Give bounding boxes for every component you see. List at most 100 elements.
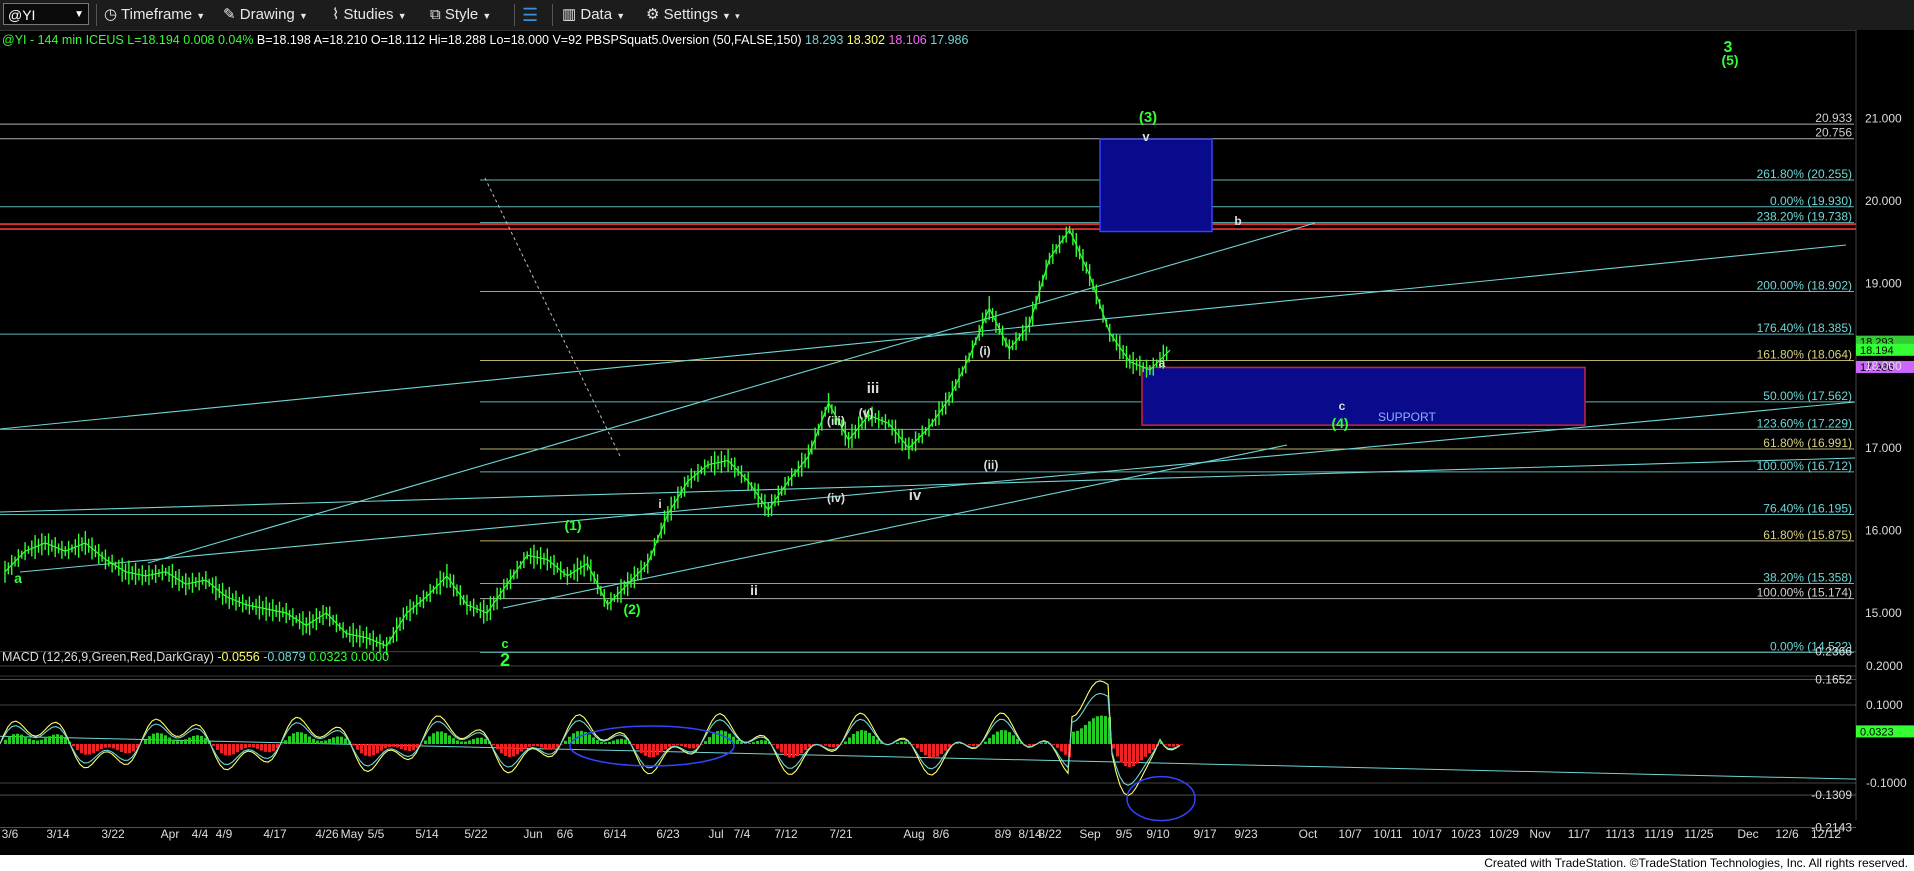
- macd-histogram-bar: [876, 739, 879, 744]
- macd-histogram-bar: [660, 744, 663, 753]
- wave-label: 2: [500, 650, 510, 670]
- macd-histogram-bar: [820, 744, 823, 745]
- x-axis-label: 12/6: [1775, 827, 1799, 841]
- fib-level-label: 161.80% (18.064): [1757, 348, 1852, 362]
- macd-histogram-bar: [1000, 730, 1003, 744]
- macd-histogram-bar: [116, 744, 119, 751]
- wave-label: (2): [623, 601, 640, 617]
- macd-histogram-bar: [16, 733, 19, 744]
- macd-histogram-bar: [712, 733, 715, 744]
- macd-histogram-bar: [120, 744, 123, 752]
- macd-histogram-bar: [604, 742, 607, 744]
- macd-histogram-bar: [668, 744, 671, 747]
- macd-histogram-bar: [8, 736, 11, 744]
- fib-level-label: 100.00% (16.712): [1757, 459, 1852, 473]
- macd-histogram-bar: [176, 740, 179, 744]
- macd-histogram-bar: [304, 734, 307, 744]
- support-box: [1141, 366, 1586, 426]
- macd-histogram-bar: [72, 744, 75, 747]
- macd-histogram-bar: [608, 741, 611, 744]
- toolbar: @YI ▼ ◷ Timeframe ▼ ✎ Drawing ▼ ⌇ Studie…: [0, 0, 1914, 31]
- x-axis-label: 9/10: [1146, 827, 1170, 841]
- macd-histogram-bar: [404, 744, 407, 751]
- macd-histogram-bar: [472, 738, 475, 744]
- macd-histogram-bar: [828, 744, 831, 747]
- fib-level-label: 0.00% (19.930): [1770, 194, 1852, 208]
- macd-histogram-bar: [324, 740, 327, 744]
- wave-label: (v): [859, 406, 874, 420]
- macd-histogram-bar: [4, 739, 7, 744]
- drawing-button[interactable]: ✎ Drawing ▼: [223, 4, 308, 26]
- macd-histogram-bar: [748, 743, 751, 744]
- macd-histogram-bar: [392, 744, 395, 747]
- macd-histogram-bar: [760, 740, 763, 744]
- wave-label: (1): [564, 517, 581, 533]
- studies-icon: ⌇: [332, 6, 340, 23]
- timeframe-button[interactable]: ◷ Timeframe ▼: [104, 4, 205, 26]
- price-tick-label: 20.000: [1865, 194, 1902, 208]
- macd-histogram-bar: [620, 738, 623, 744]
- chart-area[interactable]: @YI - 144 min ICEUS L=18.194 0.008 0.04%…: [0, 30, 1914, 855]
- x-axis-label: Apr: [161, 827, 180, 841]
- x-axis-label: 5/5: [368, 827, 385, 841]
- macd-histogram-bar: [848, 737, 851, 744]
- macd-histogram-bar: [192, 735, 195, 744]
- x-axis-label: 4/4: [192, 827, 209, 841]
- layout-icon[interactable]: ☰: [522, 4, 538, 26]
- macd-histogram-bar: [1152, 744, 1155, 750]
- macd-histogram-bar: [336, 736, 339, 744]
- fib-level-label: 176.40% (18.385): [1757, 321, 1852, 335]
- macd-histogram-bar: [528, 744, 531, 747]
- macd-histogram-bar: [596, 740, 599, 744]
- macd-histogram-bar: [256, 744, 259, 749]
- macd-histogram-bar: [640, 744, 643, 753]
- macd-tick-label: 0.2000: [1866, 659, 1903, 673]
- macd-histogram-bar: [452, 738, 455, 744]
- macd-histogram-bar: [328, 739, 331, 744]
- macd-histogram-bar: [240, 744, 243, 750]
- macd-histogram-bar: [928, 744, 931, 758]
- macd-histogram-bar: [772, 744, 775, 745]
- macd-histogram-bar: [1052, 744, 1055, 745]
- gear-icon: ⚙: [646, 6, 660, 23]
- symbol-selector[interactable]: @YI ▼: [3, 3, 89, 25]
- macd-histogram-bar: [188, 737, 191, 744]
- macd-histogram-bar: [852, 733, 855, 744]
- trend-line: [19, 401, 1856, 573]
- data-button[interactable]: ▥ Data ▼: [562, 4, 625, 26]
- macd-histogram-bar: [692, 744, 695, 749]
- chevron-down-icon: ▼: [74, 9, 84, 20]
- macd-histogram-bar: [260, 744, 263, 751]
- price-tick-label: 21.000: [1865, 112, 1902, 126]
- wave-label: ii: [750, 582, 758, 598]
- macd-histogram-bar: [144, 739, 147, 744]
- style-button[interactable]: ⧉ Style ▼: [430, 4, 491, 26]
- symbol-value: @YI: [8, 7, 36, 23]
- macd-current-label: 0.0323: [1860, 726, 1894, 738]
- macd-histogram-bar: [96, 744, 99, 752]
- fib-level-label: 76.40% (16.195): [1763, 502, 1852, 516]
- macd-histogram-bar: [484, 738, 487, 744]
- studies-button[interactable]: ⌇ Studies ▼: [332, 4, 407, 26]
- chevron-down-icon: ▾: [735, 11, 740, 21]
- macd-histogram-bar: [1088, 721, 1091, 744]
- macd-histogram-bar: [780, 744, 783, 753]
- fib-level-label: 20.933: [1815, 111, 1852, 125]
- macd-histogram-bar: [632, 744, 635, 746]
- macd-histogram-bar: [76, 744, 79, 751]
- style-icon: ⧉: [430, 6, 441, 23]
- fib-level-label: 61.80% (16.991): [1763, 436, 1852, 450]
- macd-histogram-bar: [520, 744, 523, 752]
- macd-histogram-bar: [904, 741, 907, 744]
- macd-histogram-bar: [504, 744, 507, 756]
- macd-histogram-bar: [352, 744, 355, 746]
- x-axis-label: 7/12: [774, 827, 798, 841]
- macd-histogram-bar: [868, 732, 871, 744]
- data-label: Data: [580, 6, 613, 23]
- settings-button[interactable]: ⚙ Settings ▼ ▾: [646, 4, 740, 26]
- macd-histogram-bar: [12, 734, 15, 744]
- macd-histogram-bar: [56, 734, 59, 744]
- fib-level-label: 200.00% (18.902): [1757, 278, 1852, 292]
- macd-histogram-bar: [148, 736, 151, 744]
- chevron-down-icon: ▼: [196, 11, 206, 21]
